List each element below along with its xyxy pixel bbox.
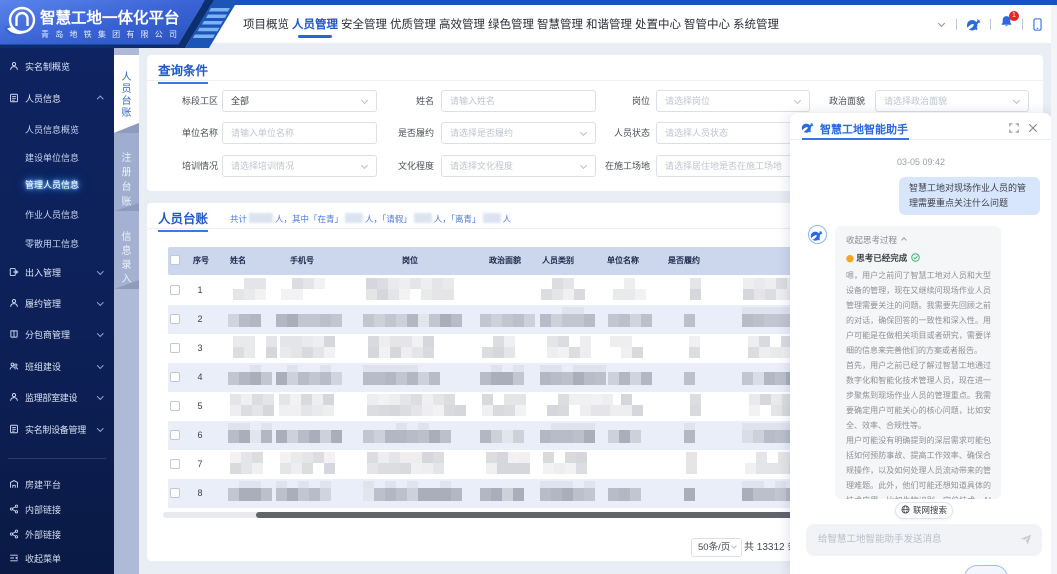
svg-text:台: 台 <box>122 94 132 107</box>
svg-text:息: 息 <box>122 244 132 257</box>
svg-text:账: 账 <box>122 196 132 208</box>
svg-text:入: 入 <box>122 274 132 285</box>
svg-text:信: 信 <box>122 231 132 243</box>
svg-text:员: 员 <box>122 83 132 95</box>
svg-text:账: 账 <box>122 107 132 119</box>
svg-text:录: 录 <box>122 259 132 271</box>
svg-text:册: 册 <box>122 168 132 179</box>
svg-text:智慧工地一体化平台: 智慧工地一体化平台 <box>40 8 180 27</box>
svg-text:注: 注 <box>122 151 132 164</box>
svg-text:人: 人 <box>122 71 132 83</box>
svg-text:台: 台 <box>122 180 132 193</box>
